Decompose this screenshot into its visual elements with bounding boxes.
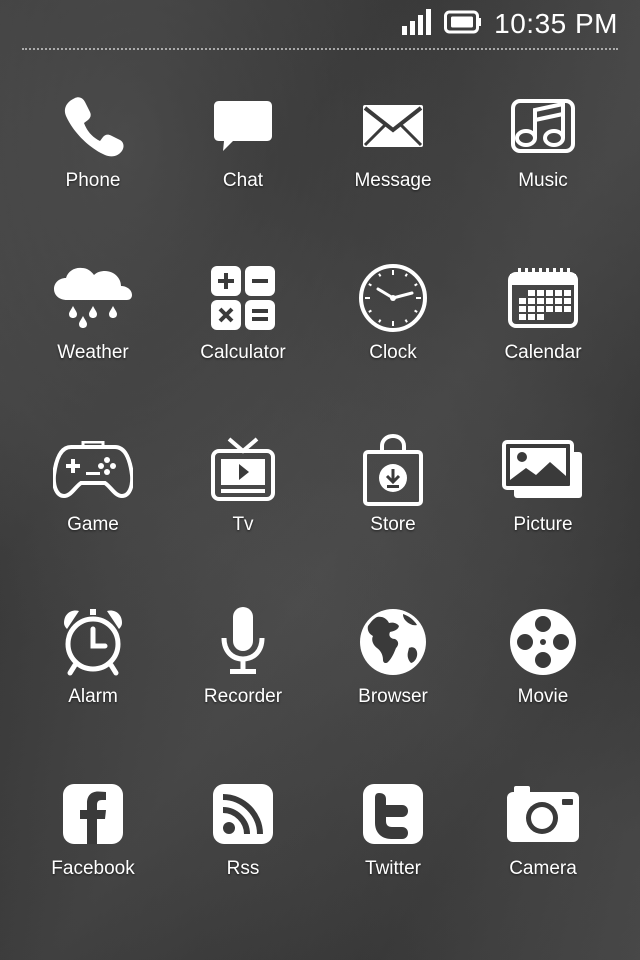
app-clock[interactable]: Clock bbox=[318, 260, 468, 432]
globe-icon bbox=[350, 604, 436, 680]
app-message[interactable]: Message bbox=[318, 88, 468, 260]
status-indicators: 10:35 PM bbox=[402, 8, 618, 40]
app-label: Weather bbox=[57, 342, 129, 363]
calculator-icon bbox=[200, 260, 286, 336]
app-calendar[interactable]: Calendar bbox=[468, 260, 618, 432]
app-label: Chat bbox=[222, 170, 264, 191]
app-label: Facebook bbox=[51, 858, 135, 879]
app-chat[interactable]: Chat bbox=[168, 88, 318, 260]
status-divider bbox=[22, 48, 618, 50]
app-label: Twitter bbox=[365, 858, 421, 879]
facebook-icon bbox=[50, 776, 136, 852]
app-browser[interactable]: Browser bbox=[318, 604, 468, 776]
app-label: Alarm bbox=[68, 686, 118, 707]
app-label: Phone bbox=[65, 170, 121, 191]
home-screen: 10:35 PM Phone Chat Message Music Weathe… bbox=[0, 0, 640, 960]
signal-bars-icon bbox=[402, 8, 432, 40]
app-label: Movie bbox=[517, 686, 569, 707]
app-rss[interactable]: Rss bbox=[168, 776, 318, 948]
app-facebook[interactable]: Facebook bbox=[18, 776, 168, 948]
app-label: Rss bbox=[226, 858, 260, 879]
rss-icon bbox=[200, 776, 286, 852]
app-alarm[interactable]: Alarm bbox=[18, 604, 168, 776]
app-label: Camera bbox=[509, 858, 577, 879]
status-bar: 10:35 PM bbox=[0, 0, 640, 50]
picture-icon bbox=[500, 432, 586, 508]
app-phone[interactable]: Phone bbox=[18, 88, 168, 260]
music-note-icon bbox=[500, 88, 586, 164]
app-recorder[interactable]: Recorder bbox=[168, 604, 318, 776]
microphone-icon bbox=[200, 604, 286, 680]
clock-icon bbox=[350, 260, 436, 336]
alarm-clock-icon bbox=[50, 604, 136, 680]
calendar-icon bbox=[500, 260, 586, 336]
envelope-icon bbox=[350, 88, 436, 164]
app-label: Clock bbox=[369, 342, 417, 363]
app-tv[interactable]: Tv bbox=[168, 432, 318, 604]
app-picture[interactable]: Picture bbox=[468, 432, 618, 604]
twitter-icon bbox=[350, 776, 436, 852]
film-reel-icon bbox=[500, 604, 586, 680]
app-label: Game bbox=[67, 514, 119, 535]
app-label: Message bbox=[354, 170, 432, 191]
chat-bubble-icon bbox=[200, 88, 286, 164]
app-calculator[interactable]: Calculator bbox=[168, 260, 318, 432]
app-label: Recorder bbox=[203, 686, 283, 707]
app-label: Calendar bbox=[504, 342, 582, 363]
shopping-bag-icon bbox=[350, 432, 436, 508]
app-game[interactable]: Game bbox=[18, 432, 168, 604]
app-label: Calculator bbox=[200, 342, 286, 363]
app-twitter[interactable]: Twitter bbox=[318, 776, 468, 948]
app-camera[interactable]: Camera bbox=[468, 776, 618, 948]
battery-icon bbox=[444, 10, 482, 39]
app-movie[interactable]: Movie bbox=[468, 604, 618, 776]
app-weather[interactable]: Weather bbox=[18, 260, 168, 432]
app-label: Browser bbox=[358, 686, 428, 707]
rain-cloud-icon bbox=[50, 260, 136, 336]
app-label: Tv bbox=[232, 514, 254, 535]
app-label: Music bbox=[518, 170, 568, 191]
app-grid: Phone Chat Message Music Weather Calcula… bbox=[18, 88, 618, 948]
app-music[interactable]: Music bbox=[468, 88, 618, 260]
app-label: Store bbox=[370, 514, 416, 535]
app-label: Picture bbox=[513, 514, 573, 535]
status-time: 10:35 PM bbox=[494, 8, 618, 39]
gamepad-icon bbox=[50, 432, 136, 508]
camera-icon bbox=[500, 776, 586, 852]
tv-icon bbox=[200, 432, 286, 508]
phone-icon bbox=[50, 88, 136, 164]
app-store[interactable]: Store bbox=[318, 432, 468, 604]
